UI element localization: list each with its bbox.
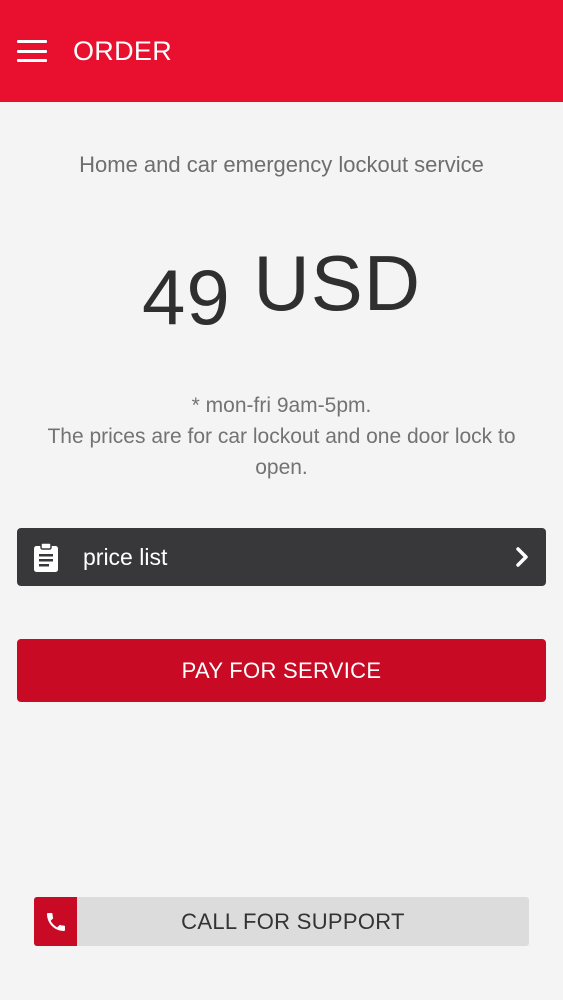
price-amount: 49 bbox=[141, 253, 231, 341]
hamburger-menu-icon[interactable] bbox=[17, 40, 47, 62]
phone-icon-box bbox=[34, 897, 77, 946]
price-note-hours: * mon-fri 9am-5pm. bbox=[191, 394, 372, 417]
app-header: ORDER bbox=[0, 0, 563, 102]
service-price: 49 USD bbox=[0, 238, 563, 341]
call-for-support-button[interactable]: CALL FOR SUPPORT bbox=[34, 897, 529, 946]
price-list-button[interactable]: price list bbox=[17, 528, 546, 586]
clipboard-icon bbox=[34, 541, 58, 572]
call-for-support-label: CALL FOR SUPPORT bbox=[181, 908, 405, 934]
price-currency: USD bbox=[253, 239, 422, 327]
chevron-right-icon bbox=[516, 547, 528, 567]
phone-icon bbox=[46, 912, 65, 931]
service-description: Home and car emergency lockout service bbox=[79, 152, 484, 177]
price-list-label: price list bbox=[83, 543, 168, 570]
price-note: * mon-fri 9am-5pm. The prices are for ca… bbox=[20, 390, 543, 483]
page-title: ORDER bbox=[73, 35, 173, 66]
price-note-details: The prices are for car lockout and one d… bbox=[47, 425, 516, 479]
pay-for-service-button[interactable]: PAY FOR SERVICE bbox=[17, 639, 546, 702]
